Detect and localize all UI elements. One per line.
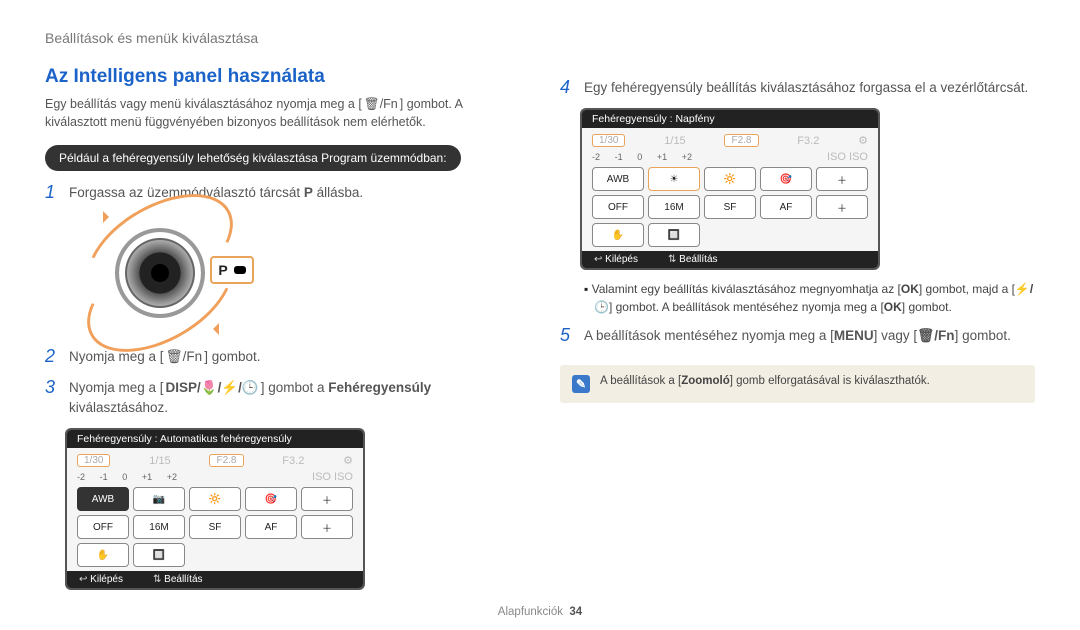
chip: AF	[760, 195, 812, 219]
trash-fn-key: 🗑/Fn	[164, 347, 205, 367]
chip: 🎯	[245, 487, 297, 511]
chip: ＋	[816, 167, 868, 191]
shutter-speed: 1/30	[77, 454, 110, 467]
chip: 16M	[133, 515, 185, 539]
chip: ＋	[301, 515, 353, 539]
rotate-arrow-icon	[207, 323, 219, 335]
chip: OFF	[592, 195, 644, 219]
chip: 16M	[648, 195, 700, 219]
aperture: F2.8	[724, 134, 758, 147]
menu-key: MENU	[834, 328, 874, 343]
chip: OFF	[77, 515, 129, 539]
chip: 🔲	[133, 543, 185, 567]
example-callout: Például a fehéregyensúly lehetőség kivál…	[45, 145, 461, 171]
intro-text: Egy beállítás vagy menü kiválasztásához …	[45, 96, 520, 131]
step-1: 1 Forgassa az üzemmódválasztó tárcsát P …	[45, 183, 520, 203]
chip: 🔆	[189, 487, 241, 511]
chip: 🔲	[648, 223, 700, 247]
lcd-exit-label: Kilépés	[79, 574, 123, 585]
shutter-speed: 1/30	[592, 134, 625, 147]
section-title: Az Intelligens panel használata	[45, 66, 520, 88]
lcd-title: Fehéregyensúly : Automatikus fehéregyens…	[67, 430, 363, 448]
exposure-scale: -2-10+1+2	[592, 152, 692, 162]
page-footer: Alapfunkciók 34	[0, 606, 1080, 618]
step-number: 3	[45, 378, 59, 396]
mode-dial-figure: P	[75, 213, 255, 333]
chip: 🎯	[760, 167, 812, 191]
step-number: 4	[560, 78, 574, 96]
trash-fn-key: 🗑/Fn	[362, 96, 400, 114]
chip: AF	[245, 515, 297, 539]
ok-key: OK	[884, 300, 902, 314]
exposure-scale: -2-10+1+2	[77, 472, 177, 482]
step-number: 5	[560, 326, 574, 344]
step-number: 2	[45, 347, 59, 365]
chip: AWB	[592, 167, 644, 191]
nav-keys: DISP/🌷/⚡/🕒	[164, 378, 261, 398]
ok-key: OK	[901, 282, 919, 296]
chip: 📷	[133, 487, 185, 511]
step-number: 1	[45, 183, 59, 201]
info-note: ✎ A beállítások a [Zoomoló] gomb elforga…	[560, 365, 1035, 403]
step-4: 4 Egy fehéregyensúly beállítás kiválaszt…	[560, 78, 1035, 98]
wb-awb-chip: AWB	[77, 487, 129, 511]
lcd-exit-label: Kilépés	[594, 254, 638, 265]
chip: ＋	[816, 195, 868, 219]
chip: ✋	[592, 223, 644, 247]
lcd-title: Fehéregyensúly : Napfény	[582, 110, 878, 128]
tip-bullet: Valamint egy beállítás kiválasztásához m…	[580, 280, 1035, 316]
rotate-arrow-icon	[103, 211, 115, 223]
chip: SF	[704, 195, 756, 219]
chapter-heading: Beállítások és menük kiválasztása	[45, 30, 1035, 46]
step-5: 5 A beállítások mentéséhez nyomja meg a …	[560, 326, 1035, 346]
trash-fn-key: 🗑/Fn	[917, 328, 954, 343]
info-icon: ✎	[572, 375, 590, 393]
chip: 🔆	[704, 167, 756, 191]
chip: ✋	[77, 543, 129, 567]
step-3: 3 Nyomja meg a [DISP/🌷/⚡/🕒] gombot a Feh…	[45, 378, 520, 419]
chip: ＋	[301, 487, 353, 511]
lcd-set-label: Beállítás	[153, 574, 203, 585]
wb-daylight-chip: ☀	[648, 167, 700, 191]
aperture: F2.8	[209, 454, 243, 467]
lcd-set-label: Beállítás	[668, 254, 718, 265]
chip: SF	[189, 515, 241, 539]
lcd-preview-awb: Fehéregyensúly : Automatikus fehéregyens…	[65, 428, 365, 590]
lcd-preview-daylight: Fehéregyensúly : Napfény 1/30 1/15 F2.8 …	[580, 108, 880, 270]
